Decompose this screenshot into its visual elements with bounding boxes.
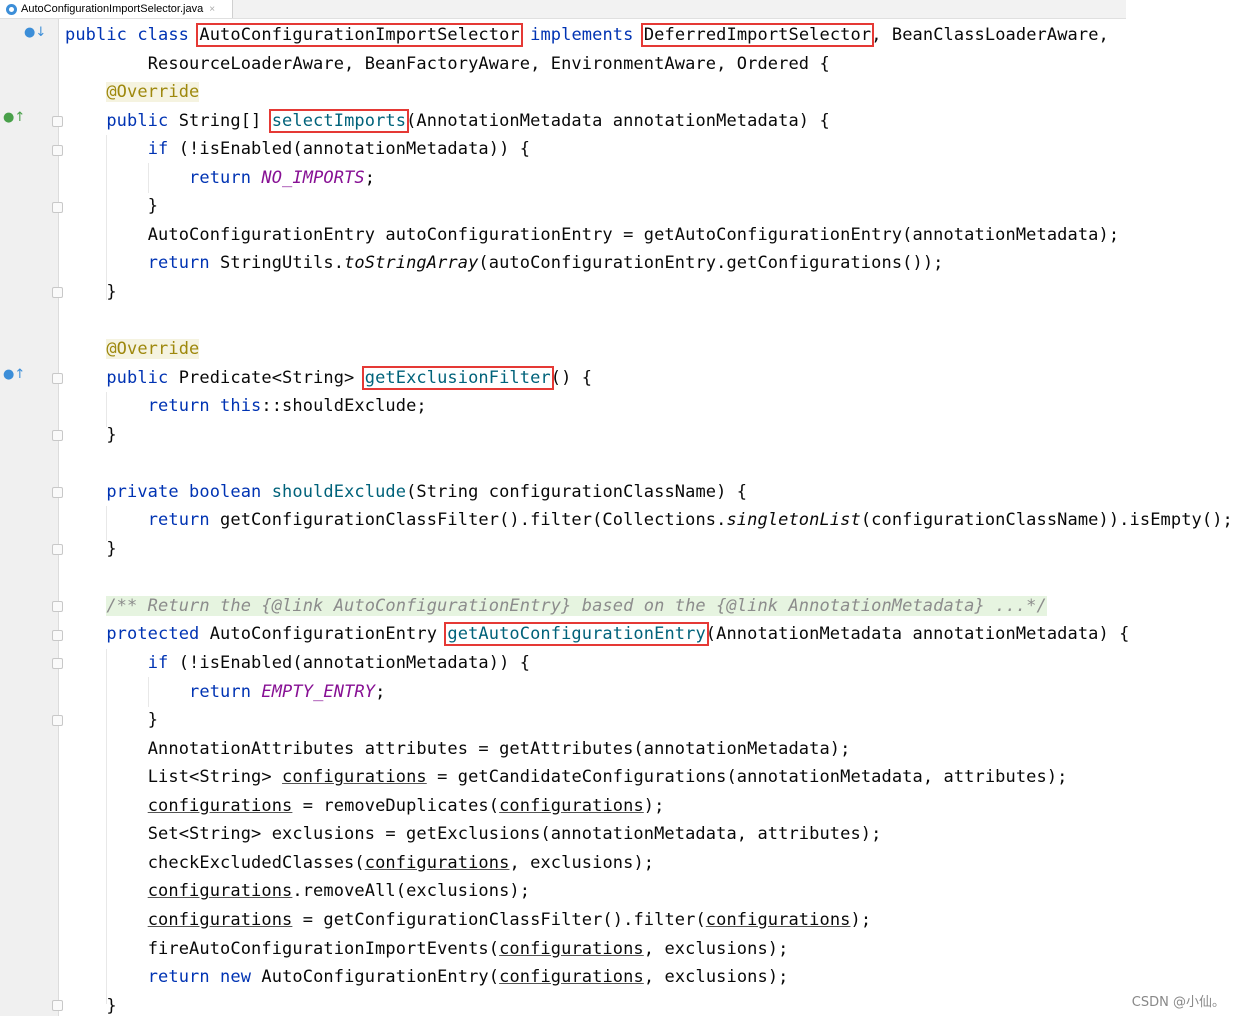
file-tab[interactable]: AutoConfigurationImportSelector.java × [0,0,233,18]
gutter [0,19,58,1016]
highlight-get-auto-configuration-entry: getAutoConfigurationEntry [444,622,709,647]
code-line-22: protected AutoConfigurationEntry getAuto… [106,622,1130,647]
code-line-1: public class AutoConfigurationImportSele… [65,23,1109,47]
fold-marker[interactable] [52,287,63,298]
code-line-10: } [106,281,117,302]
fold-marker[interactable] [52,601,63,612]
code-line-4: public String[] selectImports(Annotation… [106,108,830,133]
editor-tab-bar: AutoConfigurationImportSelector.java × [0,0,1126,19]
highlight-deferred-import-selector: DeferredImportSelector [640,23,875,47]
highlight-get-exclusion-filter: getExclusionFilter [361,365,554,390]
code-line-12: @Override [106,339,200,360]
code-line-9: return StringUtils.toStringArray(autoCon… [147,253,944,274]
code-line-18: return getConfigurationClassFilter().fil… [147,510,1233,531]
fold-marker[interactable] [52,430,63,441]
code-line-34: return new AutoConfigurationEntry(config… [147,967,789,988]
code-line-8: AutoConfigurationEntry autoConfiguration… [147,224,1120,245]
fold-marker[interactable] [52,658,63,669]
fold-marker[interactable] [52,373,63,384]
code-line-15: } [106,424,117,445]
code-line-27: List<String> configurations = getCandida… [147,767,1068,788]
fold-marker[interactable] [52,116,63,127]
code-line-17: private boolean shouldExclude(String con… [106,481,748,502]
code-line-30: checkExcludedClasses(configurations, exc… [147,852,655,873]
class-overrides-icon[interactable]: ●↓ [24,25,46,40]
code-line-32: configurations = getConfigurationClassFi… [147,909,872,930]
fold-marker[interactable] [52,487,63,498]
fold-marker[interactable] [52,630,63,641]
code-line-19: } [106,538,117,559]
code-editor[interactable]: public class AutoConfigurationImportSele… [65,21,1237,1020]
fold-marker[interactable] [52,544,63,555]
code-line-26: AnnotationAttributes attributes = getAtt… [147,738,851,759]
code-line-5: if (!isEnabled(annotationMetadata)) { [147,139,531,160]
code-line-3: @Override [106,82,200,103]
csdn-watermark: CSDN @小仙。 [1131,995,1225,1010]
implements-method-icon[interactable]: ●↑ [3,110,25,125]
code-line-24: return EMPTY_ENTRY; [189,681,386,702]
code-line-7: } [147,196,159,217]
file-tab-label: AutoConfigurationImportSelector.java [21,3,204,15]
code-line-33: fireAutoConfigurationImportEvents(config… [147,938,789,959]
highlight-class-name: AutoConfigurationImportSelector [196,23,523,47]
code-line-21: /** Return the {@link AutoConfigurationE… [65,592,1237,621]
highlight-select-imports: selectImports [268,108,410,133]
code-line-29: Set<String> exclusions = getExclusions(a… [147,824,882,845]
code-line-28: configurations = removeDuplicates(config… [147,795,665,816]
code-line-6: return NO_IMPORTS; [189,167,376,188]
collapsed-javadoc[interactable]: /** Return the {@link AutoConfigurationE… [106,595,1047,616]
java-class-icon [6,3,17,15]
fold-marker[interactable] [52,202,63,213]
code-line-2: ResourceLoaderAware, BeanFactoryAware, E… [147,53,830,74]
overrides-method-icon[interactable]: ●↑ [3,367,25,382]
code-line-23: if (!isEnabled(annotationMetadata)) { [147,653,531,674]
close-tab-icon[interactable]: × [209,4,215,15]
fold-marker[interactable] [52,1000,63,1011]
code-line-14: return this::shouldExclude; [147,396,427,417]
fold-marker[interactable] [52,715,63,726]
code-line-25: } [147,710,159,731]
code-line-13: public Predicate<String> getExclusionFil… [106,365,593,390]
code-line-31: configurations.removeAll(exclusions); [147,881,531,902]
gutter-divider [58,19,59,1016]
fold-marker[interactable] [52,145,63,156]
